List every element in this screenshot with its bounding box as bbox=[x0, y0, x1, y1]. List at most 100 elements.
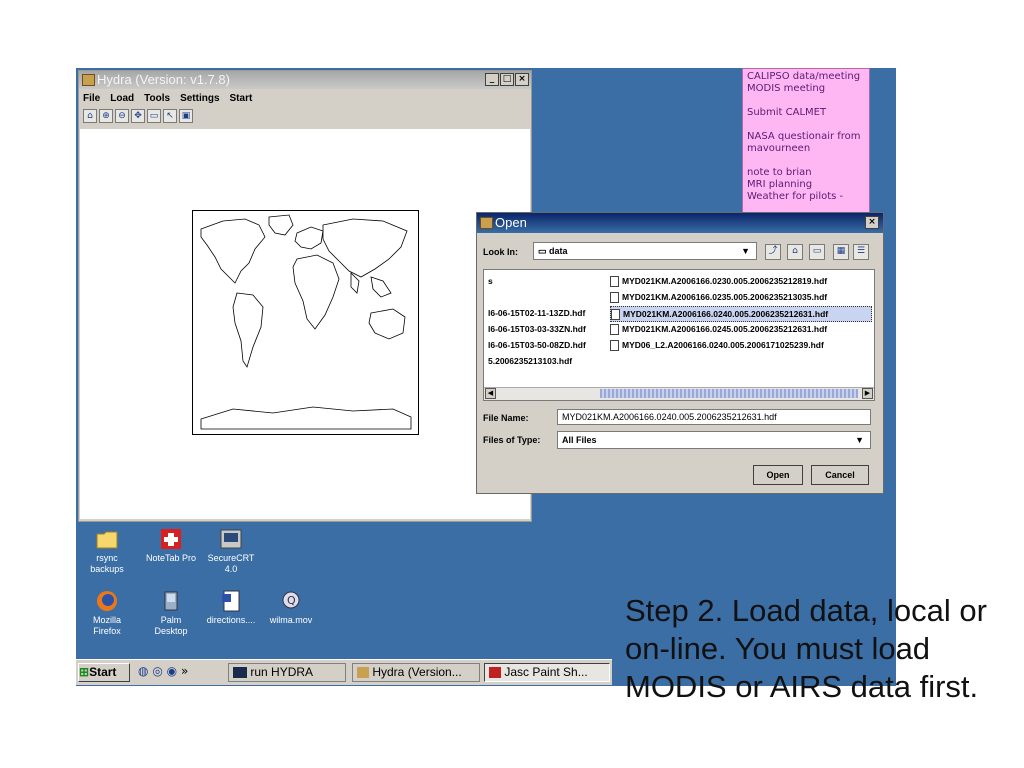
desktop-icon-directions[interactable]: directions.... bbox=[200, 590, 262, 626]
menu-settings[interactable]: Settings bbox=[180, 93, 219, 104]
list-item bbox=[488, 290, 586, 306]
sticky-line bbox=[747, 155, 865, 167]
cancel-button[interactable]: Cancel bbox=[811, 465, 869, 485]
list-item-selected[interactable]: MYD021KM.A2006166.0240.005.2006235212631… bbox=[610, 306, 872, 322]
file-list[interactable]: s l6-06-15T02-11-13ZD.hdf l6-06-15T03-03… bbox=[483, 269, 875, 401]
taskbar-item-hydra[interactable]: Hydra (Version... bbox=[352, 663, 480, 682]
taskbar-item-label: Hydra (Version... bbox=[372, 665, 462, 679]
start-button[interactable]: ⊞Start bbox=[78, 663, 130, 682]
scroll-left-icon[interactable]: ◀ bbox=[485, 388, 496, 399]
close-button[interactable]: × bbox=[515, 73, 529, 86]
dialog-close-button[interactable]: × bbox=[865, 216, 879, 229]
word-doc-icon bbox=[219, 590, 243, 612]
scrollbar-thumb[interactable] bbox=[600, 389, 858, 398]
world-map-outline bbox=[200, 214, 412, 430]
file-name-input[interactable]: MYD021KM.A2006166.0240.005.2006235212631… bbox=[557, 409, 871, 425]
list-item[interactable]: l6-06-15T03-50-08ZD.hdf bbox=[488, 338, 586, 354]
taskbar-item-run-hydra[interactable]: run HYDRA bbox=[228, 663, 346, 682]
toolbar: ⌂ ⊕ ⊖ ✥ ▭ ↖ ▣ bbox=[83, 109, 193, 123]
icon-label: Firefox bbox=[93, 626, 121, 636]
firefox-icon[interactable]: ◉ bbox=[167, 664, 177, 678]
file-column-left: s l6-06-15T02-11-13ZD.hdf l6-06-15T03-03… bbox=[488, 274, 586, 370]
desktop-icon-rsync-backups[interactable]: rsync backups bbox=[76, 528, 138, 575]
home-icon[interactable]: ⌂ bbox=[83, 109, 97, 123]
new-folder-icon[interactable]: ▭ bbox=[809, 244, 825, 260]
map-canvas[interactable] bbox=[80, 129, 530, 519]
home-icon[interactable]: ⌂ bbox=[787, 244, 803, 260]
sticky-line: Submit CALMET bbox=[747, 107, 827, 118]
list-item[interactable]: MYD06_L2.A2006166.0240.005.2006171025239… bbox=[610, 338, 872, 354]
menu-load[interactable]: Load bbox=[110, 93, 134, 104]
window-icon[interactable]: ▣ bbox=[179, 109, 193, 123]
taskbar-item-jasc-paint-shop[interactable]: Jasc Paint Sh... bbox=[484, 663, 610, 682]
pointer-icon[interactable]: ↖ bbox=[163, 109, 177, 123]
hydra-app-icon bbox=[82, 74, 95, 86]
list-item[interactable]: MYD021KM.A2006166.0230.005.2006235212819… bbox=[610, 274, 872, 290]
desktop-icon-mozilla-firefox[interactable]: Mozilla Firefox bbox=[76, 590, 138, 637]
slide-caption: Step 2. Load data, local or on-line. You… bbox=[625, 593, 987, 704]
minimize-button[interactable]: _ bbox=[485, 73, 499, 86]
scroll-right-icon[interactable]: ▶ bbox=[862, 388, 873, 399]
folder-icon: ▭ bbox=[538, 246, 550, 256]
chevron-down-icon: ▼ bbox=[855, 435, 864, 445]
icon-label: backups bbox=[90, 564, 124, 574]
desktop-icon-palm-desktop[interactable]: Palm Desktop bbox=[140, 590, 202, 637]
file-name-label: File Name: bbox=[483, 413, 529, 423]
svg-text:Q: Q bbox=[287, 594, 296, 607]
chevron-down-icon: ▼ bbox=[741, 246, 750, 256]
list-item[interactable]: l6-06-15T03-03-33ZN.hdf bbox=[488, 322, 586, 338]
file-type-select[interactable]: All Files ▼ bbox=[557, 431, 871, 449]
file-name: MYD021KM.A2006166.0235.005.2006235213035… bbox=[622, 292, 828, 302]
windows-logo-icon: ⊞ bbox=[79, 665, 90, 679]
palm-icon bbox=[159, 590, 183, 612]
desktop-icon-wilma-mov[interactable]: Q wilma.mov bbox=[260, 590, 322, 626]
hydra-titlebar[interactable]: Hydra (Version: v1.7.8) _ □ × bbox=[79, 71, 531, 89]
dialog-titlebar[interactable]: Open × bbox=[477, 213, 883, 233]
list-item[interactable]: 5.2006235213103.hdf bbox=[488, 354, 586, 370]
dialog-app-icon bbox=[480, 217, 493, 229]
icon-label: NoteTab Pro bbox=[145, 553, 197, 563]
sticky-line bbox=[747, 95, 865, 107]
pan-icon[interactable]: ✥ bbox=[131, 109, 145, 123]
paintshop-icon bbox=[489, 667, 501, 679]
list-item[interactable]: MYD021KM.A2006166.0235.005.2006235213035… bbox=[610, 290, 872, 306]
world-map bbox=[192, 210, 419, 435]
icon-label: wilma.mov bbox=[269, 615, 313, 625]
maximize-button[interactable]: □ bbox=[500, 73, 514, 86]
taskbar-item-label: run HYDRA bbox=[250, 665, 314, 679]
menu-file[interactable]: File bbox=[83, 93, 100, 104]
list-item[interactable]: s bbox=[488, 274, 586, 290]
ie-icon[interactable]: ◍ bbox=[138, 664, 148, 678]
desktop-icon-securecrt[interactable]: SecureCRT 4.0 bbox=[200, 528, 262, 575]
taskbar-item-label: Jasc Paint Sh... bbox=[504, 665, 588, 679]
sticky-line: MODIS meeting bbox=[747, 83, 826, 94]
browser-icon[interactable]: ◎ bbox=[152, 664, 162, 678]
menu-tools[interactable]: Tools bbox=[144, 93, 170, 104]
sticky-note[interactable]: CALIPSO data/meeting MODIS meeting Submi… bbox=[742, 68, 870, 214]
overflow-chevron[interactable]: » bbox=[181, 664, 188, 678]
file-icon bbox=[610, 276, 619, 288]
menu-start[interactable]: Start bbox=[230, 93, 253, 104]
sticky-line: NASA questionair from bbox=[747, 131, 861, 142]
desktop-icon-notetab-pro[interactable]: NoteTab Pro bbox=[140, 528, 202, 564]
file-name: MYD06_L2.A2006166.0240.005.2006171025239… bbox=[622, 340, 824, 350]
look-in-combo[interactable]: ▭ data ▼ bbox=[533, 242, 757, 260]
up-folder-icon[interactable]: ⤴ bbox=[765, 244, 781, 260]
icon-label: Palm bbox=[160, 615, 182, 625]
open-button[interactable]: Open bbox=[753, 465, 803, 485]
rectangle-icon[interactable]: ▭ bbox=[147, 109, 161, 123]
list-item[interactable]: MYD021KM.A2006166.0245.005.2006235212631… bbox=[610, 322, 872, 338]
zoom-out-icon[interactable]: ⊖ bbox=[115, 109, 129, 123]
hydra-title: Hydra (Version: v1.7.8) bbox=[97, 72, 230, 87]
file-name: MYD021KM.A2006166.0230.005.2006235212819… bbox=[622, 276, 828, 286]
list-view-icon[interactable]: ▦ bbox=[833, 244, 849, 260]
zoom-in-icon[interactable]: ⊕ bbox=[99, 109, 113, 123]
horizontal-scrollbar[interactable]: ◀ ▶ bbox=[484, 387, 874, 400]
list-item[interactable]: l6-06-15T02-11-13ZD.hdf bbox=[488, 306, 586, 322]
details-view-icon[interactable]: ☰ bbox=[853, 244, 869, 260]
hydra-window[interactable]: Hydra (Version: v1.7.8) _ □ × File Load … bbox=[78, 70, 532, 522]
file-icon bbox=[610, 292, 619, 304]
firefox-icon bbox=[95, 590, 119, 612]
quicklaunch: ◍ ◎ ◉ » bbox=[138, 664, 188, 678]
open-dialog[interactable]: Open × Look In: ▭ data ▼ ⤴ ⌂ ▭ ▦ ☰ s l6-… bbox=[476, 212, 884, 494]
